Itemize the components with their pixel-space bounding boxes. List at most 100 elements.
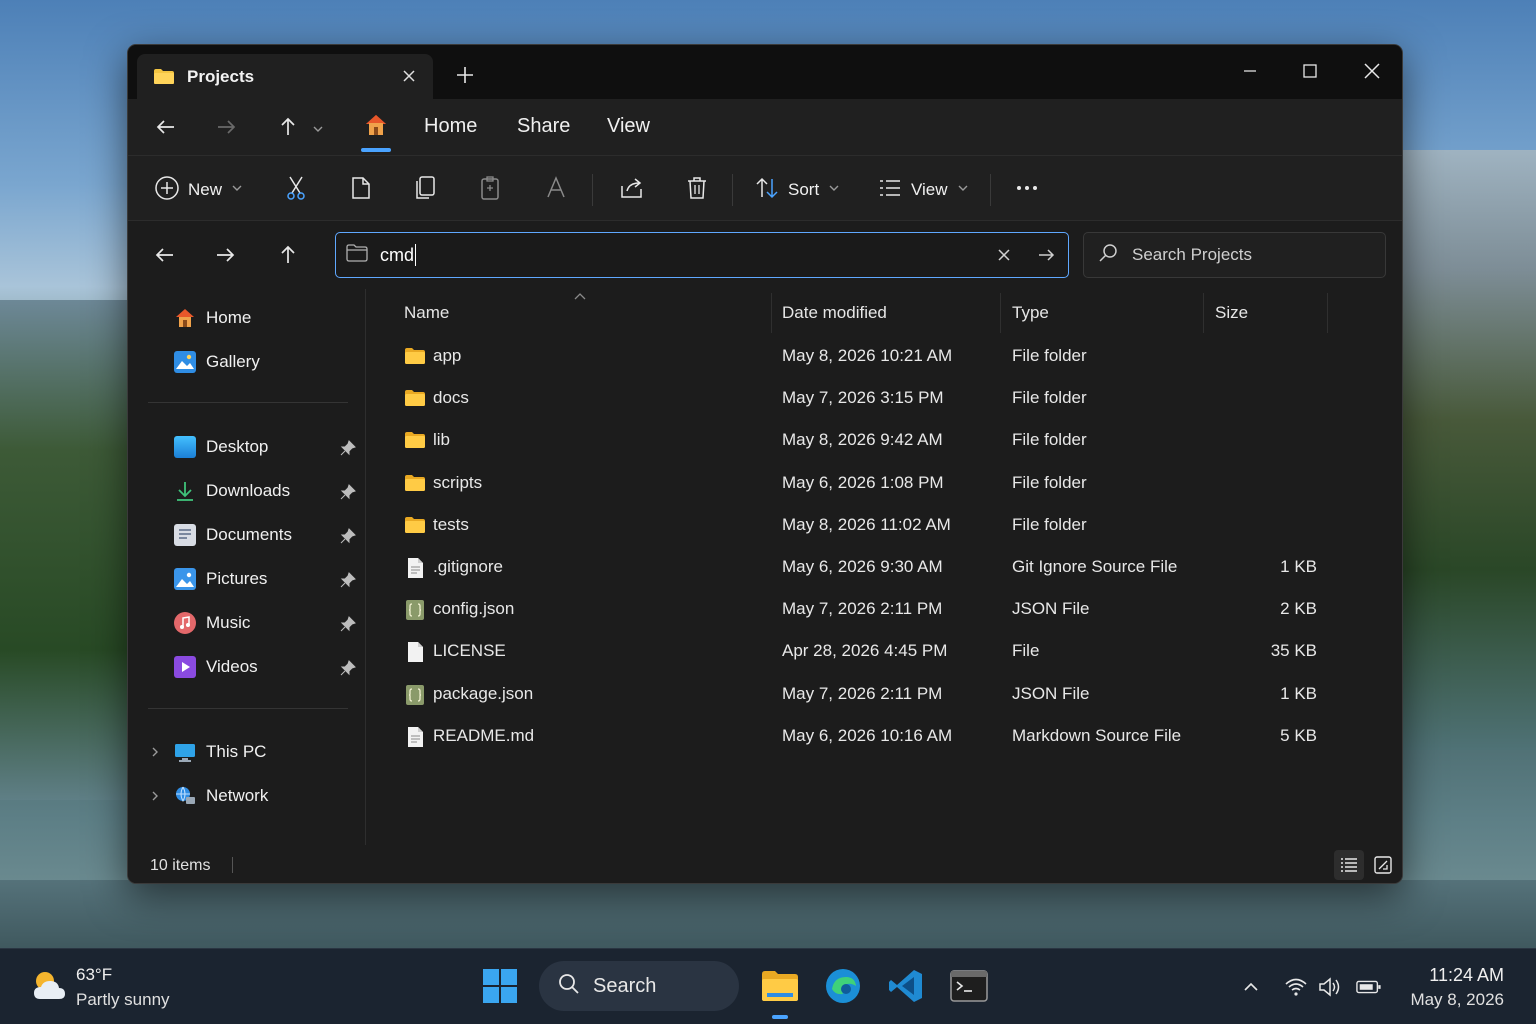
cut-button[interactable]	[284, 174, 308, 206]
column-divider[interactable]	[1203, 293, 1204, 333]
back-icon[interactable]	[147, 237, 183, 273]
sidebar-divider	[148, 402, 348, 403]
chevron-right-icon[interactable]	[148, 745, 162, 759]
view-button[interactable]: View	[877, 174, 970, 206]
partly-sunny-icon[interactable]	[30, 967, 70, 1010]
start-icon[interactable]	[479, 965, 521, 1007]
address-input-value[interactable]: cmd	[380, 245, 414, 266]
pin-icon[interactable]	[340, 572, 356, 588]
paste-button[interactable]	[478, 174, 502, 206]
table-row[interactable]: docs May 7, 2026 3:15 PM File folder	[367, 379, 1327, 419]
home-icon[interactable]	[358, 107, 394, 143]
sidebar-item-this-pc[interactable]: This PC	[174, 737, 266, 767]
volume-icon[interactable]	[1318, 975, 1344, 999]
search-field[interactable]: Search Projects	[1083, 232, 1386, 278]
menu-view[interactable]: View	[607, 115, 650, 138]
new-tab-icon[interactable]	[453, 63, 477, 87]
sidebar-item-desktop[interactable]: Desktop	[174, 432, 268, 462]
menu-home[interactable]: Home	[424, 115, 477, 138]
home-icon	[174, 307, 196, 329]
share-button[interactable]	[619, 174, 645, 206]
vscode-icon[interactable]	[885, 965, 927, 1007]
table-row[interactable]: lib May 8, 2026 9:42 AM File folder	[367, 421, 1327, 461]
wifi-icon[interactable]	[1283, 975, 1309, 999]
column-divider[interactable]	[1000, 293, 1001, 333]
pin-icon[interactable]	[340, 440, 356, 456]
folder-outline-icon	[346, 243, 368, 267]
sort-button[interactable]: Sort	[754, 174, 841, 206]
tiles-view-icon[interactable]	[1368, 850, 1398, 880]
chevron-right-icon[interactable]	[148, 789, 162, 803]
table-row[interactable]: package.json May 7, 2026 2:11 PM JSON File…	[367, 675, 1327, 715]
pin-icon[interactable]	[340, 484, 356, 500]
maximize-icon[interactable]	[1290, 55, 1330, 87]
edge-icon[interactable]	[822, 965, 864, 1007]
sidebar-item-documents[interactable]: Documents	[174, 520, 292, 550]
pin-icon[interactable]	[340, 616, 356, 632]
column-divider[interactable]	[1327, 293, 1328, 333]
more-button[interactable]	[1014, 174, 1040, 206]
recent-dropdown-icon[interactable]	[306, 111, 330, 147]
delete-button[interactable]	[685, 174, 709, 206]
up-icon[interactable]	[270, 237, 306, 273]
table-row[interactable]: LICENSE Apr 28, 2026 4:45 PM File 35 KB	[367, 632, 1327, 672]
go-arrow-icon[interactable]	[1036, 245, 1056, 270]
details-view-icon[interactable]	[1334, 850, 1364, 880]
chevron-up-icon[interactable]	[1238, 975, 1264, 999]
weather-temperature[interactable]: 63°F	[76, 965, 112, 985]
table-row[interactable]: config.json May 7, 2026 2:11 PM JSON File 2…	[367, 590, 1327, 630]
sidebar-item-network[interactable]: Network	[174, 781, 268, 811]
sidebar-item-downloads[interactable]: Downloads	[174, 476, 290, 506]
forward-icon[interactable]	[208, 109, 244, 145]
battery-icon[interactable]	[1356, 975, 1382, 999]
pin-icon[interactable]	[340, 528, 356, 544]
column-divider[interactable]	[771, 293, 772, 333]
up-icon[interactable]	[270, 109, 306, 145]
clock-date[interactable]: May 8, 2026	[1410, 990, 1504, 1010]
file-explorer-icon[interactable]	[759, 965, 801, 1007]
file-size: 1 KB	[1280, 557, 1317, 576]
file-name: app	[433, 346, 462, 365]
address-bar[interactable]: cmd	[335, 232, 1069, 278]
table-row[interactable]: README.md May 6, 2026 10:16 AM Markdown So…	[367, 717, 1327, 757]
table-row[interactable]: tests May 8, 2026 11:02 AM File folder	[367, 506, 1327, 546]
sidebar-item-home[interactable]: Home	[174, 303, 251, 333]
copy-button[interactable]	[349, 174, 373, 206]
column-header-date[interactable]: Date modified	[782, 303, 887, 323]
rename-button[interactable]	[544, 174, 568, 206]
cut-icon	[284, 175, 308, 206]
taskbar-search[interactable]: Search	[539, 961, 739, 1011]
clock-time[interactable]: 11:24 AM	[1429, 965, 1504, 986]
menu-share[interactable]: Share	[517, 115, 570, 138]
pin-icon[interactable]	[340, 660, 356, 676]
json-file-icon	[404, 684, 426, 705]
sidebar-item-pictures[interactable]: Pictures	[174, 564, 267, 594]
tab-projects[interactable]: Projects	[137, 54, 433, 99]
paste-icon	[478, 175, 502, 206]
column-header-size[interactable]: Size	[1215, 303, 1248, 323]
new-button[interactable]: New	[154, 174, 244, 206]
forward-icon[interactable]	[207, 237, 243, 273]
table-row[interactable]: app May 8, 2026 10:21 AM File folder	[367, 337, 1327, 377]
column-header-name[interactable]: Name	[404, 303, 449, 323]
file-name: README.md	[433, 726, 535, 745]
item-count: 10 items	[150, 857, 211, 874]
sidebar-item-music[interactable]: Music	[174, 608, 250, 638]
sidebar-item-videos[interactable]: Videos	[174, 652, 258, 682]
terminal-icon[interactable]	[948, 965, 990, 1007]
sidebar-item-gallery[interactable]: Gallery	[174, 347, 260, 377]
close-tab-icon[interactable]	[399, 66, 419, 86]
back-icon[interactable]	[148, 109, 184, 145]
column-header-type[interactable]: Type	[1012, 303, 1049, 323]
desktop-icon	[174, 436, 196, 458]
weather-description[interactable]: Partly sunny	[76, 990, 170, 1010]
minimize-icon[interactable]	[1230, 55, 1270, 87]
clear-address-icon[interactable]	[994, 245, 1014, 270]
table-row[interactable]: scripts May 6, 2026 1:08 PM File folder	[367, 464, 1327, 504]
pictures-icon	[174, 568, 196, 590]
close-window-icon[interactable]	[1352, 55, 1392, 87]
table-row[interactable]: .gitignore May 6, 2026 9:30 AM Git Ignore …	[367, 548, 1327, 588]
text-file-icon	[404, 557, 426, 578]
copy-path-button[interactable]	[413, 174, 437, 206]
file-date: May 7, 2026 3:15 PM	[782, 388, 944, 407]
